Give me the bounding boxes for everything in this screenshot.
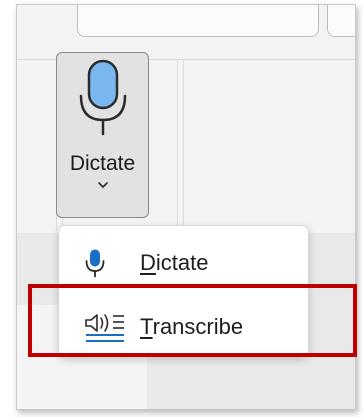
dictate-button-label: Dictate [69,152,136,175]
dictate-button[interactable]: Dictate [56,52,149,218]
group-separator [177,60,178,230]
microphone-icon [84,248,106,278]
microphone-icon [79,59,126,136]
transcribe-highlight-box [28,284,357,357]
ribbon-field[interactable] [327,5,355,37]
chevron-down-icon[interactable] [96,180,110,190]
search-field[interactable] [77,5,319,37]
group-separator [183,60,184,230]
menu-item-dictate-label: Dictate [140,250,209,275]
